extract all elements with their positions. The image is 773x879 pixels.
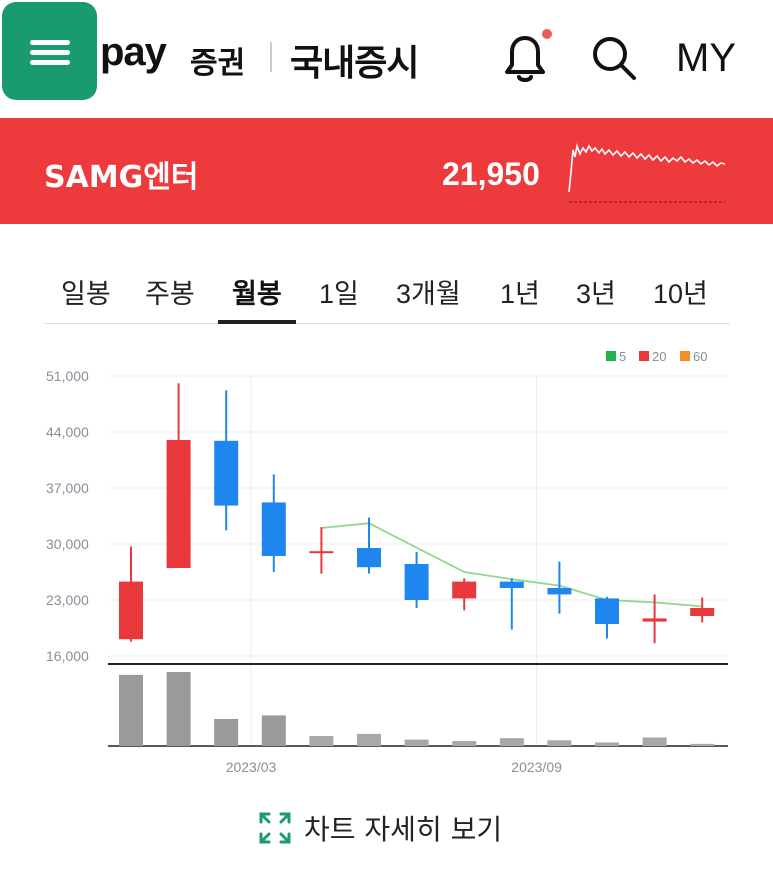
stock-banner[interactable]: SAMG엔터 21,950 — [0, 118, 773, 224]
volume-bar — [499, 738, 524, 746]
tab-monthly[interactable]: 월봉 — [218, 272, 296, 324]
candle-body — [166, 440, 191, 568]
volume-bar — [642, 737, 667, 746]
brand-sub: 증권 — [190, 46, 246, 81]
volume-bar — [547, 740, 572, 746]
candle-body — [357, 548, 381, 568]
y-tick-label: 30,000 — [46, 536, 89, 552]
candle-body — [309, 551, 334, 554]
expand-icon — [259, 812, 291, 844]
header-divider — [270, 42, 272, 72]
page-title: 국내증시 — [290, 43, 419, 84]
y-tick-label: 37,000 — [46, 480, 89, 496]
stock-price: 21,950 — [442, 156, 540, 192]
volume-bar — [452, 741, 477, 746]
menu-button[interactable] — [2, 2, 97, 100]
intraday-sparkline — [568, 143, 726, 203]
volume-bar — [309, 736, 334, 746]
stock-name: SAMG엔터 — [44, 160, 199, 195]
candle-body — [452, 581, 477, 599]
candle-body — [642, 618, 667, 622]
chart-detail-link[interactable]: 차트 자세히 보기 — [258, 808, 502, 848]
candle-body — [261, 502, 286, 556]
candle-body — [499, 581, 524, 588]
volume-bar — [214, 718, 239, 746]
tab-3years[interactable]: 3년 — [576, 272, 616, 324]
tab-10years[interactable]: 10년 — [653, 272, 708, 324]
candle-body — [547, 588, 572, 595]
tab-1day[interactable]: 1일 — [319, 272, 359, 324]
menu-icon-bar — [30, 60, 70, 65]
legend-swatch — [639, 351, 649, 361]
legend-swatch — [680, 351, 690, 361]
tab-3months[interactable]: 3개월 — [396, 272, 461, 324]
menu-icon-bar — [30, 50, 70, 55]
candle-body — [214, 440, 239, 506]
legend-swatch — [606, 351, 616, 361]
y-tick-label: 23,000 — [46, 592, 89, 608]
detail-link-label: 차트 자세히 보기 — [304, 813, 503, 846]
tab-1year[interactable]: 1년 — [500, 272, 540, 324]
volume-bar — [404, 739, 429, 746]
volume-bar — [261, 715, 286, 746]
brand-logo[interactable]: pay — [100, 30, 167, 75]
volume-bar — [357, 733, 381, 746]
candle-body — [404, 564, 429, 600]
notification-dot — [542, 29, 552, 39]
volume-bar — [690, 743, 715, 746]
search-icon[interactable] — [588, 32, 640, 84]
candle-body — [595, 598, 619, 624]
stock-chart[interactable]: 51,000 44,000 37,000 30,000 23,000 16,000 2023… — [0, 330, 773, 790]
legend-label: 60 — [693, 349, 707, 364]
volume-bar — [595, 742, 619, 746]
legend-label: 5 — [619, 349, 626, 364]
candle-body — [119, 581, 143, 640]
volume-bar — [166, 672, 191, 746]
tab-weekly[interactable]: 주봉 — [145, 272, 195, 324]
y-tick-label: 16,000 — [46, 648, 89, 664]
bell-icon[interactable] — [495, 28, 555, 88]
y-tick-label: 44,000 — [46, 424, 89, 440]
tab-daily[interactable]: 일봉 — [61, 272, 111, 324]
volume-bar — [119, 674, 143, 746]
x-tick-label: 2023/03 — [226, 759, 277, 775]
candle-body — [690, 608, 715, 616]
app-header: pay 증권 국내증시 MY — [0, 0, 773, 118]
menu-icon-bar — [30, 40, 70, 45]
x-tick-label: 2023/09 — [511, 759, 562, 775]
y-tick-label: 51,000 — [46, 368, 89, 384]
period-tabs: 일봉 주봉 월봉 1일 3개월 1년 3년 10년 — [44, 262, 730, 324]
my-button[interactable]: MY — [676, 36, 736, 81]
legend-label: 20 — [652, 349, 666, 364]
